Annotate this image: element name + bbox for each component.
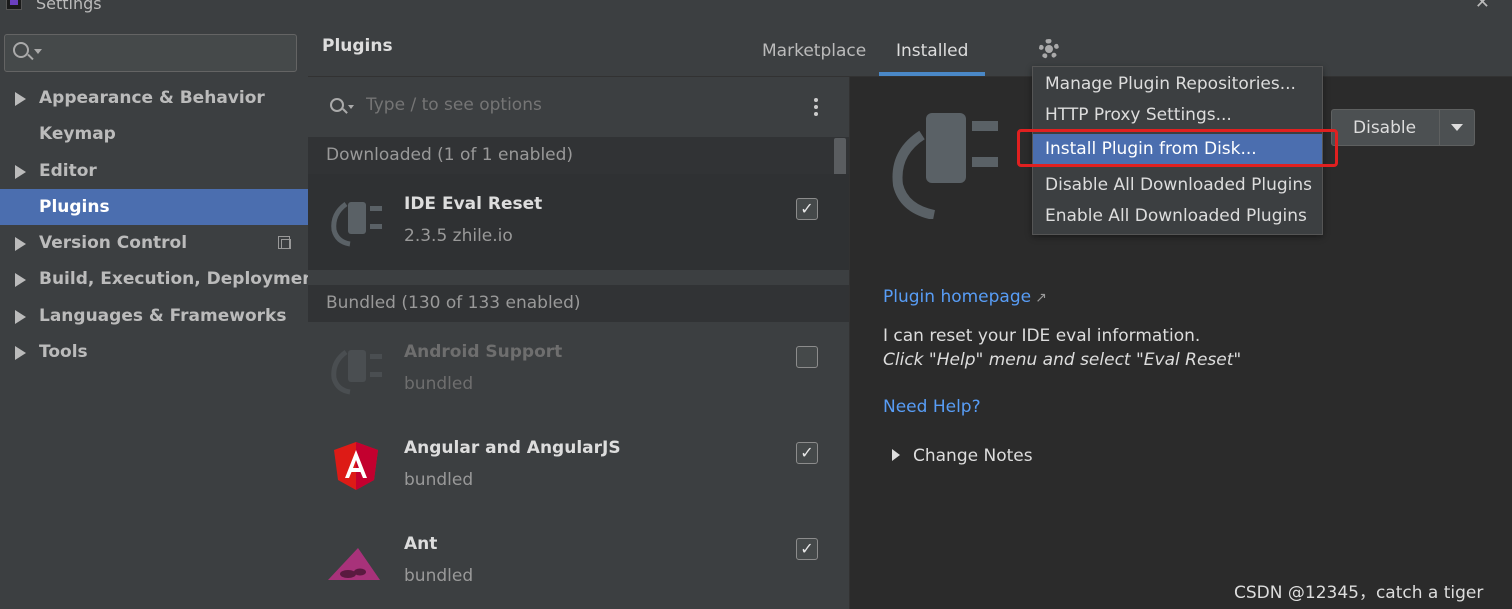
plugin-description-hint: Click "Help" menu and select "Eval Reset… — [883, 350, 1242, 370]
sidebar-item-keymap[interactable]: Keymap — [0, 116, 308, 152]
plug-icon — [331, 201, 382, 247]
plugin-search-input[interactable] — [366, 95, 766, 115]
gear-icon[interactable] — [1039, 39, 1059, 59]
intellij-app-icon — [6, 0, 22, 10]
change-notes-toggle[interactable]: Change Notes — [913, 446, 1033, 466]
expand-arrow-icon[interactable] — [15, 237, 26, 252]
plugin-homepage-link[interactable]: Plugin homepage ↗ — [883, 287, 1047, 307]
sidebar-item-label: Plugins — [39, 196, 110, 217]
disable-split-button[interactable]: Disable — [1331, 109, 1475, 146]
sidebar-item-plugins[interactable]: Plugins — [0, 188, 308, 226]
section-header-downloaded: Downloaded (1 of 1 enabled) — [308, 137, 849, 174]
plugin-row-ant[interactable]: Ant bundled ✓ — [308, 514, 849, 609]
menu-item-enable-all-downloaded[interactable]: Enable All Downloaded Plugins — [1033, 201, 1322, 232]
external-link-icon: ↗ — [1035, 290, 1047, 306]
close-icon[interactable]: ✕ — [1475, 0, 1490, 13]
expand-arrow-icon[interactable] — [15, 273, 26, 288]
sidebar-item-version-control[interactable]: Version Control — [0, 225, 308, 261]
settings-sidebar: Appearance & Behavior Keymap Editor Plug… — [0, 24, 323, 609]
plugin-enabled-checkbox[interactable]: ✓ — [796, 538, 818, 560]
search-icon — [13, 42, 29, 58]
more-options-icon[interactable] — [813, 96, 819, 118]
settings-search-input[interactable] — [4, 34, 297, 72]
expand-arrow-icon[interactable] — [15, 92, 26, 106]
plug-icon — [331, 349, 382, 395]
ant-icon — [328, 548, 380, 580]
plugin-enabled-checkbox[interactable]: ✓ — [796, 198, 818, 220]
active-tab-indicator — [879, 72, 985, 76]
plugin-name: Angular and AngularJS — [404, 438, 621, 458]
plugin-name: Ant — [404, 534, 438, 554]
plugin-row-android-support[interactable]: Android Support bundled — [308, 322, 849, 418]
plugin-bundled-label: bundled — [404, 374, 474, 394]
plugin-bundled-label: bundled — [404, 470, 474, 490]
sidebar-item-tools[interactable]: Tools — [0, 334, 308, 370]
sidebar-item-label: Appearance & Behavior — [39, 88, 265, 108]
menu-item-http-proxy[interactable]: HTTP Proxy Settings... — [1033, 100, 1322, 131]
plug-icon — [892, 113, 998, 219]
search-dropdown-icon[interactable] — [34, 49, 42, 54]
plugin-version-vendor: 2.3.5 zhile.io — [404, 226, 513, 246]
window-title: Settings — [36, 0, 102, 13]
sidebar-item-label: Version Control — [39, 233, 188, 254]
tab-marketplace[interactable]: Marketplace — [762, 41, 866, 61]
sidebar-item-languages-frameworks[interactable]: Languages & Frameworks — [0, 298, 308, 334]
plugin-list-panel: Downloaded (1 of 1 enabled) IDE Eval Res… — [308, 77, 849, 609]
plugin-enabled-checkbox[interactable]: ✓ — [796, 442, 818, 464]
annotation-highlight-box — [1017, 129, 1338, 167]
sidebar-item-label: Build, Execution, Deployment — [39, 269, 323, 290]
angular-icon — [334, 442, 378, 490]
sidebar-item-editor[interactable]: Editor — [0, 153, 308, 189]
need-help-link[interactable]: Need Help? — [883, 397, 981, 417]
title-bar: Settings ✕ — [0, 0, 1512, 24]
project-level-icon — [278, 236, 291, 250]
expand-arrow-icon[interactable] — [892, 449, 900, 461]
plugin-bundled-label: bundled — [404, 566, 474, 586]
plugin-name: Android Support — [404, 342, 563, 362]
plugin-row-ide-eval-reset[interactable]: IDE Eval Reset 2.3.5 zhile.io ✓ — [308, 174, 849, 270]
sidebar-item-label: Editor — [39, 160, 97, 181]
page-title: Plugins — [322, 36, 393, 56]
sidebar-item-appearance-behavior[interactable]: Appearance & Behavior — [0, 80, 308, 116]
tab-installed[interactable]: Installed — [896, 41, 968, 61]
watermark: CSDN @12345，catch a tiger — [1234, 583, 1484, 603]
expand-arrow-icon[interactable] — [15, 309, 26, 324]
sidebar-item-build-execution-deployment[interactable]: Build, Execution, Deployment — [0, 261, 323, 297]
settings-nav: Appearance & Behavior Keymap Editor Plug… — [0, 80, 323, 370]
menu-item-manage-repositories[interactable]: Manage Plugin Repositories... — [1033, 69, 1322, 100]
search-icon — [330, 98, 344, 112]
plugin-homepage-label[interactable]: Plugin homepage — [883, 287, 1031, 307]
sidebar-item-label: Keymap — [39, 124, 116, 145]
disable-button-label[interactable]: Disable — [1353, 118, 1416, 138]
plugin-row-angular[interactable]: Angular and AngularJS bundled ✓ — [308, 418, 849, 514]
sidebar-item-label: Tools — [39, 342, 88, 363]
expand-arrow-icon[interactable] — [15, 164, 26, 179]
search-dropdown-icon[interactable] — [348, 105, 354, 109]
section-header-bundled: Bundled (130 of 133 enabled) — [308, 285, 849, 322]
plugins-header: Plugins Marketplace Installed — [308, 24, 1512, 77]
menu-item-disable-all-downloaded[interactable]: Disable All Downloaded Plugins — [1033, 170, 1322, 201]
sidebar-item-label: Languages & Frameworks — [39, 305, 287, 326]
chevron-down-icon[interactable] — [1451, 124, 1463, 131]
expand-arrow-icon[interactable] — [15, 346, 26, 361]
plugin-name: IDE Eval Reset — [404, 194, 543, 214]
plugin-enabled-checkbox[interactable] — [796, 346, 818, 368]
plugin-description: I can reset your IDE eval information. — [883, 326, 1201, 346]
split-divider — [1439, 110, 1440, 145]
